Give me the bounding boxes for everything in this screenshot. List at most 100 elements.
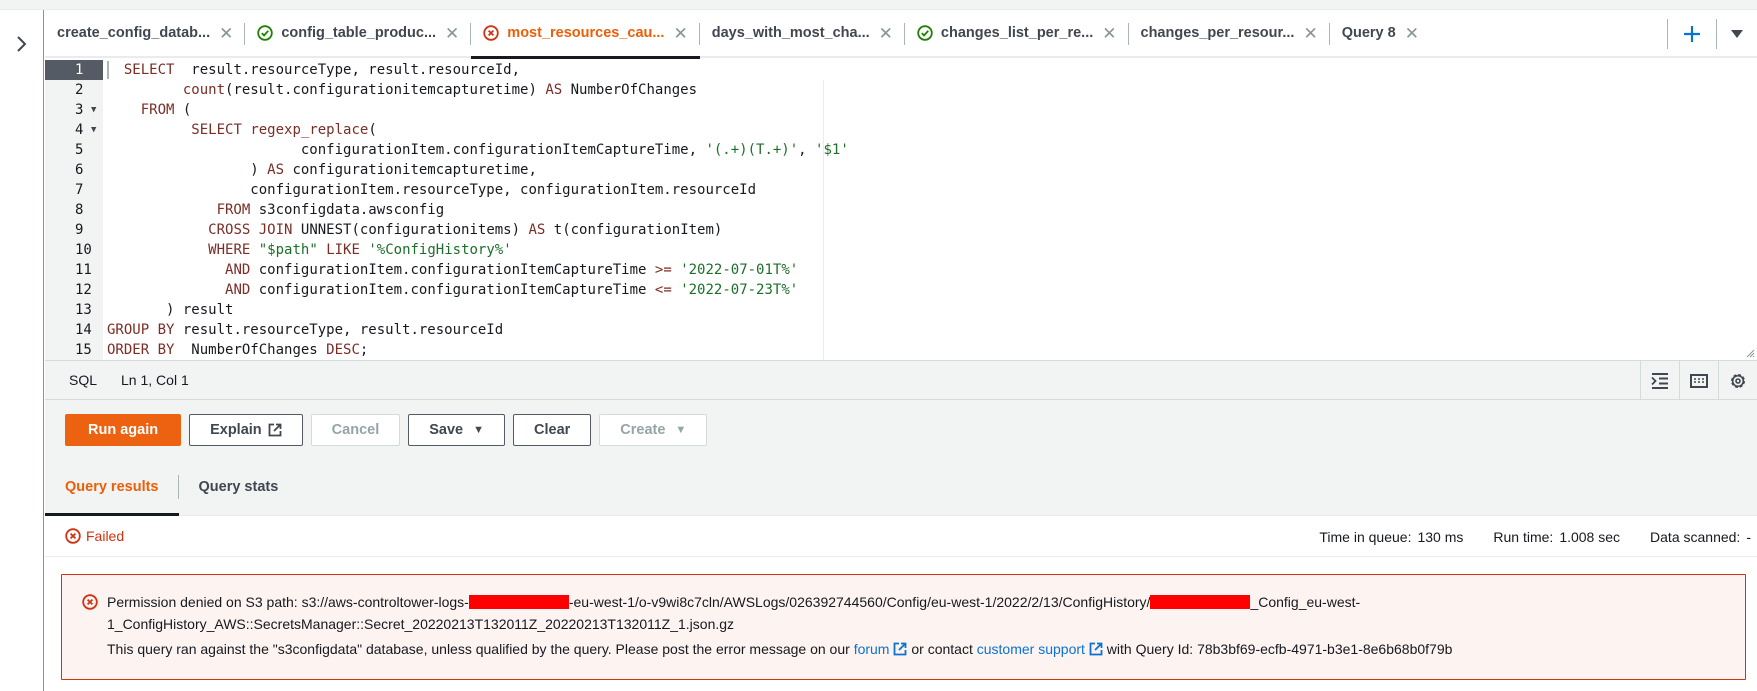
query-tab[interactable]: Query 8 ✕ bbox=[1330, 9, 1431, 57]
sql-token: (result.configurationitemcapturetime) bbox=[225, 82, 546, 98]
run-again-button[interactable]: Run again bbox=[65, 414, 182, 446]
code-line[interactable]: 6 ) AS configurationitemcapturetime, bbox=[45, 160, 1757, 180]
save-button[interactable]: Save ▼ bbox=[408, 414, 505, 446]
keyboard-shortcuts-button[interactable] bbox=[1679, 361, 1718, 400]
code-line[interactable]: 1 SELECT result.resourceType, result.res… bbox=[45, 60, 1757, 80]
close-icon[interactable]: ✕ bbox=[879, 25, 893, 42]
code-line[interactable]: 12 AND configurationItem.configurationIt… bbox=[45, 280, 1757, 300]
sql-keyword: AS bbox=[267, 162, 285, 178]
clear-button[interactable]: Clear bbox=[513, 414, 592, 446]
external-link-icon bbox=[894, 642, 907, 656]
sql-keyword: AS bbox=[545, 82, 563, 98]
error-text: -eu-west-1/o-v9wi8c7cln/AWSLogs/02639274… bbox=[568, 594, 1151, 610]
tab-query-results[interactable]: Query results bbox=[45, 459, 179, 516]
line-number: 14 bbox=[75, 322, 92, 338]
status-badge: Failed bbox=[65, 528, 124, 544]
sql-token: s3configdata.awsconfig bbox=[250, 202, 445, 218]
code-line[interactable]: 2 count(result.configurationitemcapturet… bbox=[45, 80, 1757, 100]
help-text: This query ran against the "s3configdata… bbox=[107, 641, 854, 657]
fold-toggle-icon[interactable]: ▼ bbox=[91, 120, 96, 140]
tab-query-stats[interactable]: Query stats bbox=[179, 459, 299, 515]
sql-token: configurationItem.configurationItemCaptu… bbox=[250, 282, 655, 298]
code-line[interactable]: 9 CROSS JOIN UNNEST(configurationitems) … bbox=[45, 220, 1757, 240]
editor-settings-button[interactable] bbox=[1718, 361, 1757, 400]
time-in-queue: Time in queue: 130 ms bbox=[1319, 529, 1463, 545]
line-number: 2 bbox=[75, 82, 84, 98]
line-number: 15 bbox=[75, 342, 92, 358]
code-line[interactable]: 8 FROM s3configdata.awsconfig bbox=[45, 200, 1757, 220]
line-number: 11 bbox=[75, 262, 92, 278]
close-icon[interactable]: ✕ bbox=[1102, 25, 1116, 42]
sql-string: '2022-07-23T%' bbox=[680, 282, 799, 298]
close-icon[interactable]: ✕ bbox=[1303, 25, 1317, 42]
customer-support-link[interactable]: customer support bbox=[977, 641, 1103, 657]
close-icon[interactable]: ✕ bbox=[1405, 25, 1419, 42]
code-line[interactable]: 11 AND configurationItem.configurationIt… bbox=[45, 260, 1757, 280]
sql-token: result.resourceType, result.resourceId, bbox=[174, 62, 521, 78]
close-icon[interactable]: ✕ bbox=[445, 25, 459, 42]
code-line[interactable]: 5 configurationItem.configurationItemCap… bbox=[45, 140, 1757, 160]
code-line[interactable]: 14 GROUP BY result.resourceType, result.r… bbox=[45, 320, 1757, 340]
create-label: Create bbox=[620, 422, 666, 438]
sql-keyword: DESC bbox=[326, 342, 360, 358]
query-tab[interactable]: days_with_most_cha... ✕ bbox=[700, 9, 905, 57]
code-line[interactable]: 10 WHERE "$path" LIKE '%ConfigHistory%' bbox=[45, 240, 1757, 260]
query-tab[interactable]: config_table_produc... ✕ bbox=[245, 9, 472, 57]
code-line[interactable]: 4 ▼ SELECT regexp_replace( bbox=[45, 120, 1757, 140]
metric-label: Time in queue: bbox=[1319, 528, 1412, 545]
code-text: count(result.configurationitemcapturetim… bbox=[107, 80, 697, 100]
sql-keyword: FROM bbox=[216, 202, 251, 218]
query-status-row: Failed Time in queue: 130 ms Run time: 1.0… bbox=[45, 516, 1757, 557]
code-line[interactable]: 15 ORDER BY NumberOfChanges DESC; bbox=[45, 340, 1757, 360]
sql-keyword: WHERE bbox=[208, 242, 251, 258]
format-query-button[interactable] bbox=[1640, 361, 1679, 400]
code-text: WHERE "$path" LIKE '%ConfigHistory%' bbox=[107, 240, 512, 260]
add-query-tab-button[interactable] bbox=[1668, 10, 1716, 58]
code-text: AND configurationItem.configurationItemC… bbox=[107, 260, 798, 280]
language-label: SQL bbox=[69, 372, 98, 388]
sql-token: result.resourceType, result.resourceId bbox=[174, 322, 504, 338]
create-button[interactable]: Create ▼ bbox=[599, 414, 708, 446]
code-text: AND configurationItem.configurationItemC… bbox=[107, 280, 798, 300]
expand-panel-button[interactable] bbox=[12, 32, 32, 56]
forum-link[interactable]: forum bbox=[854, 641, 908, 657]
caret-down-icon bbox=[1731, 30, 1743, 38]
sql-keyword: JOIN bbox=[258, 222, 293, 238]
explain-button[interactable]: Explain bbox=[189, 414, 303, 446]
sql-token: NumberOfChanges bbox=[562, 82, 698, 98]
query-actions: Run again Explain Cancel Save ▼ Clear Cr… bbox=[45, 400, 1757, 460]
sql-string: '(.+)(T.+)' bbox=[705, 142, 799, 158]
sql-keyword: AND bbox=[225, 282, 251, 298]
fold-toggle-icon[interactable]: ▼ bbox=[91, 100, 96, 120]
resize-handle-icon[interactable] bbox=[1745, 348, 1755, 358]
sql-string: '$1' bbox=[815, 142, 849, 158]
cancel-button[interactable]: Cancel bbox=[310, 414, 401, 446]
code-line[interactable]: 3 ▼ FROM ( bbox=[45, 100, 1757, 120]
tabs-menu-button[interactable] bbox=[1717, 10, 1757, 58]
code-line[interactable]: 13 ) result bbox=[45, 300, 1757, 320]
sql-keyword: AS bbox=[528, 222, 546, 238]
sql-editor[interactable]: 1 SELECT result.resourceType, result.res… bbox=[45, 60, 1757, 360]
explain-label: Explain bbox=[210, 422, 262, 438]
sql-keyword: FROM bbox=[140, 102, 175, 118]
query-tabs: create_config_datab... ✕ config_table_pr… bbox=[45, 9, 1757, 59]
close-icon[interactable]: ✕ bbox=[219, 25, 233, 42]
error-message: Permission denied on S3 path: s3://aws-c… bbox=[107, 591, 1465, 660]
query-tab[interactable]: changes_per_resour... ✕ bbox=[1129, 9, 1330, 57]
code-line[interactable]: 7 configurationItem.resourceType, config… bbox=[45, 180, 1757, 200]
success-check-icon bbox=[917, 25, 933, 41]
sql-token: t(configurationItem) bbox=[545, 222, 723, 238]
tab-actions bbox=[1667, 10, 1757, 58]
code-text: ) AS configurationitemcapturetime, bbox=[107, 160, 537, 180]
close-icon[interactable]: ✕ bbox=[673, 25, 687, 42]
query-tab-active[interactable]: most_resources_cau... ✕ bbox=[471, 9, 701, 59]
query-tab[interactable]: changes_list_per_re... ✕ bbox=[905, 9, 1129, 57]
code-text: SELECT regexp_replace( bbox=[107, 120, 376, 140]
query-tab[interactable]: create_config_datab... ✕ bbox=[45, 9, 246, 57]
line-number: 6 bbox=[75, 162, 84, 178]
external-link-icon bbox=[268, 423, 282, 437]
tab-label: Query stats bbox=[198, 479, 279, 495]
metric-label: Run time: bbox=[1493, 528, 1554, 545]
